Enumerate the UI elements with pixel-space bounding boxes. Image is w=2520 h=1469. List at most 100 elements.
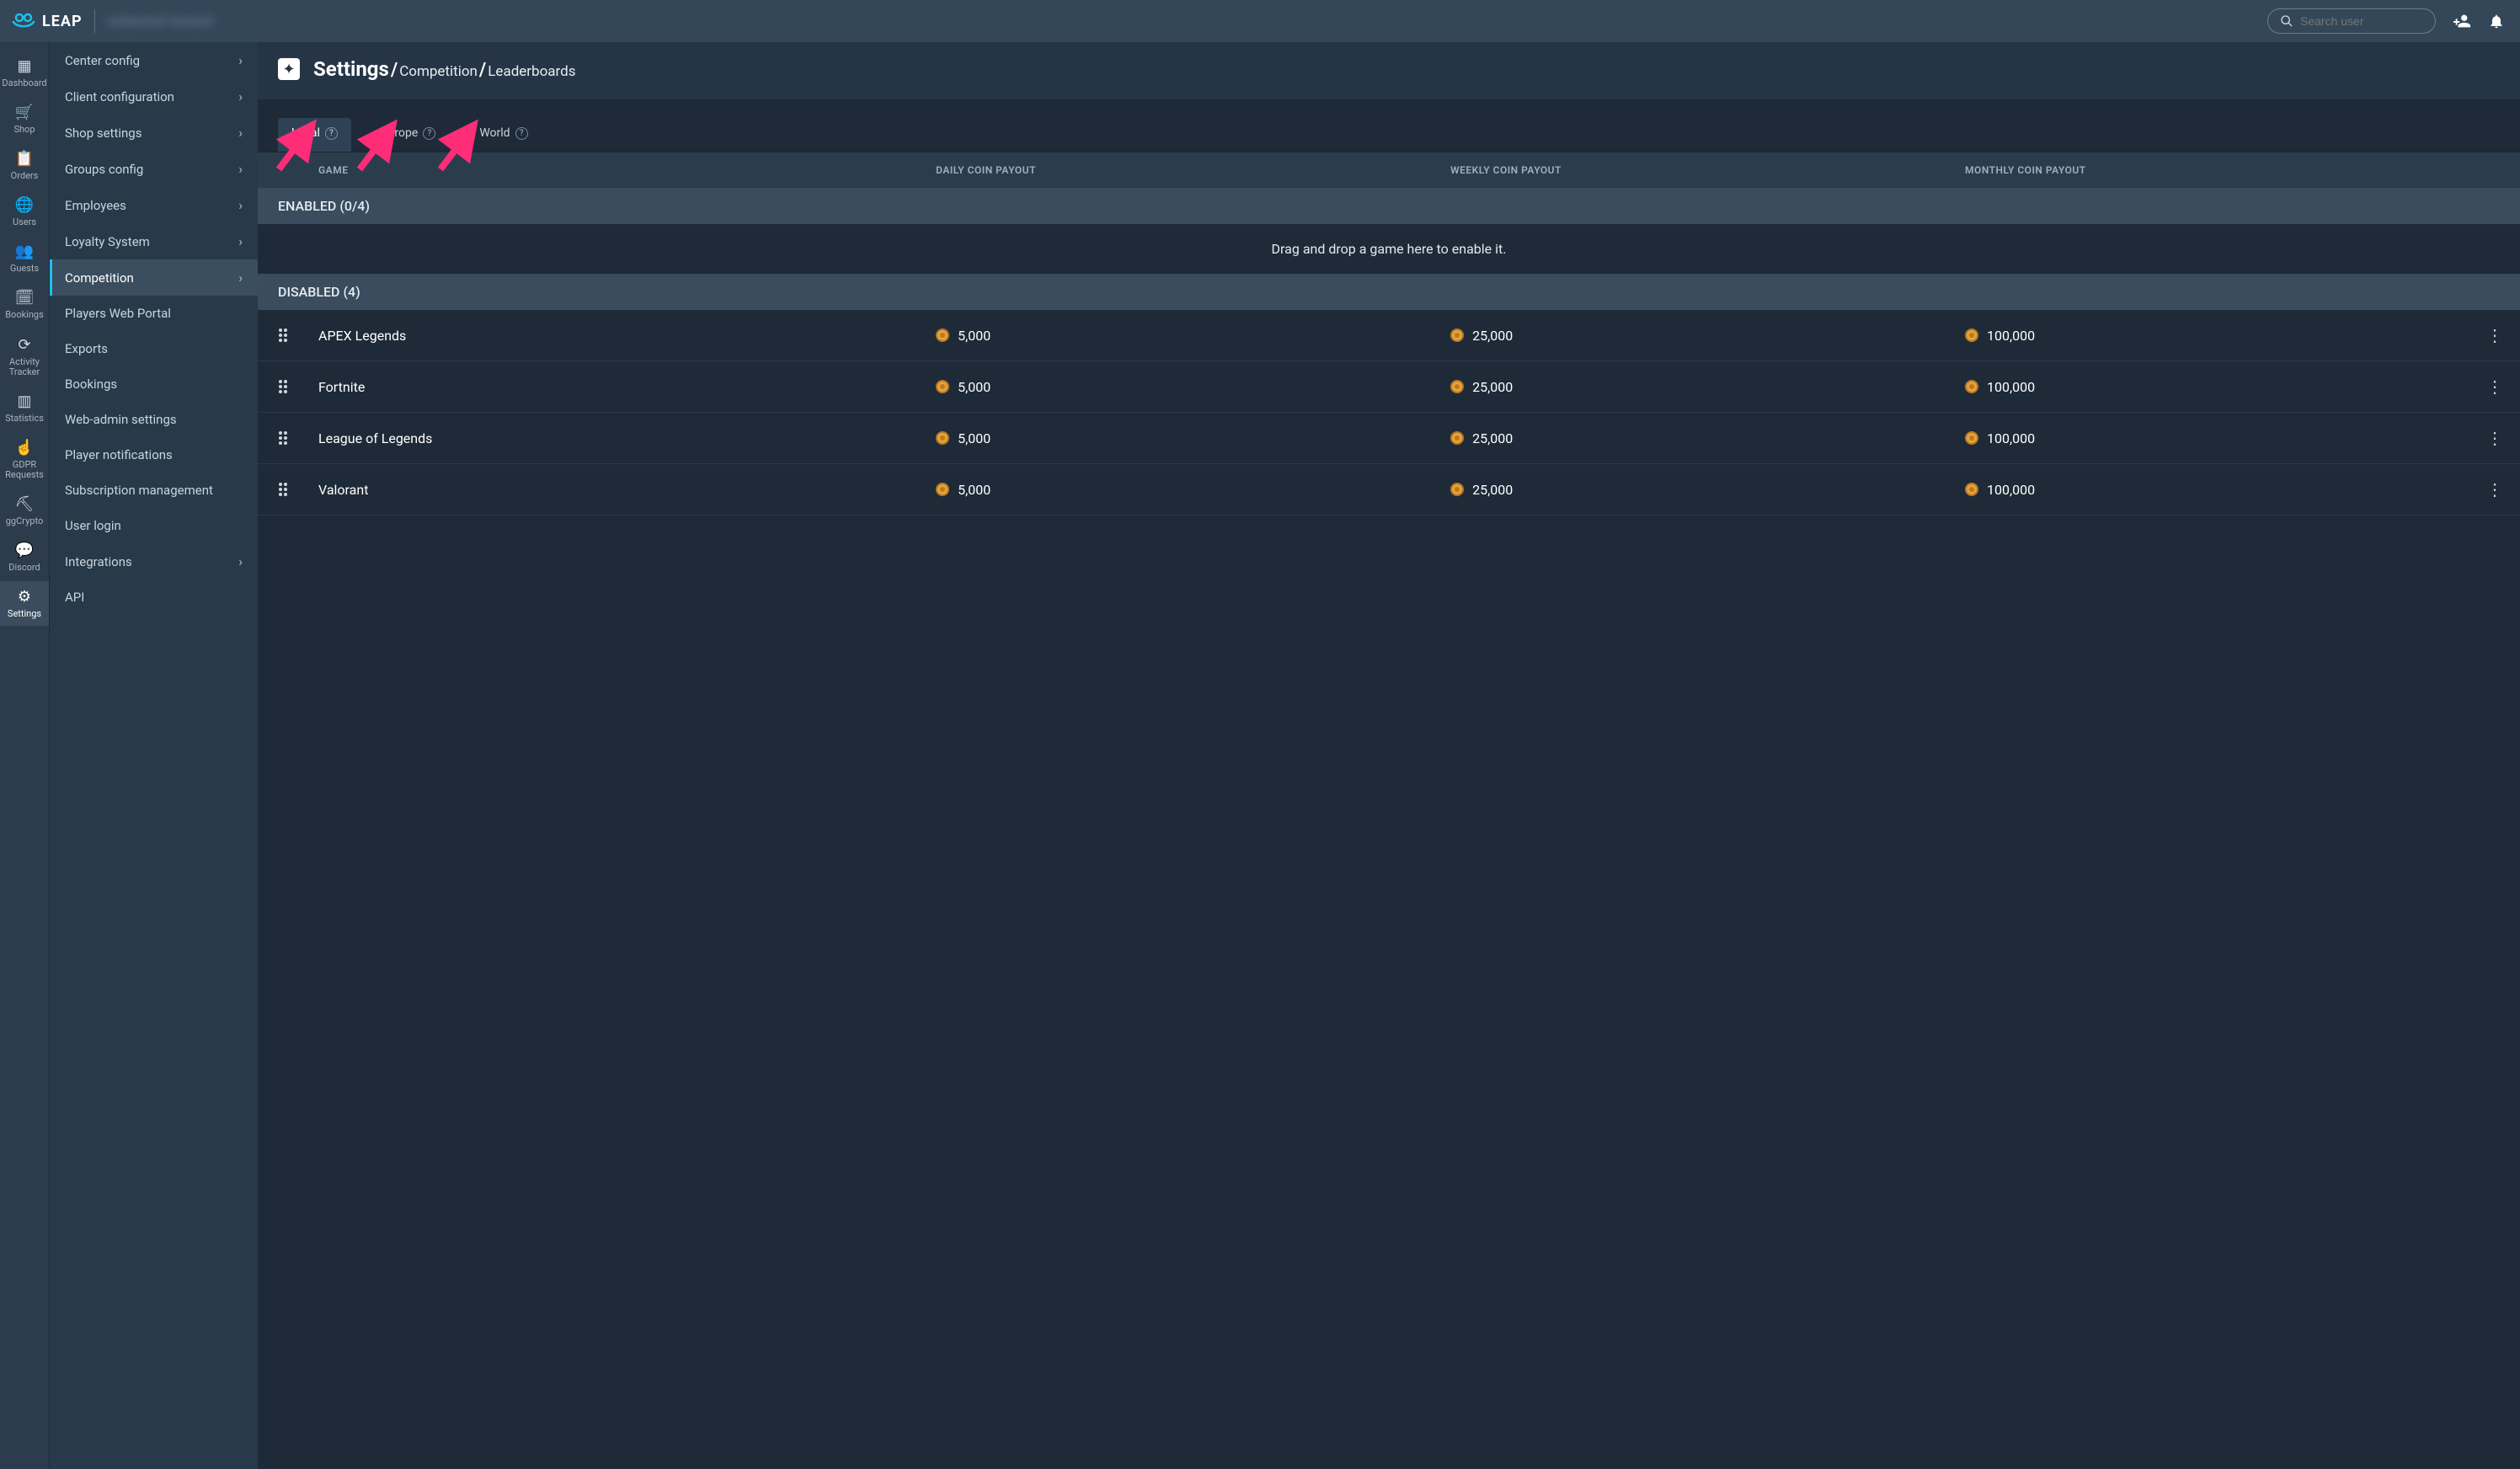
add-user-button[interactable] bbox=[2453, 12, 2471, 30]
rail-item-shop[interactable]: 🛒 Shop bbox=[0, 97, 49, 142]
chevron-right-icon: › bbox=[238, 125, 243, 141]
row-more-button[interactable]: ⋮ bbox=[2469, 428, 2520, 448]
sidebar-item-exports[interactable]: Exports bbox=[50, 331, 258, 366]
tab-world[interactable]: World ? bbox=[466, 118, 541, 152]
tab-label: Europe bbox=[382, 126, 418, 140]
rail-item-orders[interactable]: 📋 Orders bbox=[0, 143, 49, 188]
tab-europe[interactable]: Europe ? bbox=[368, 118, 449, 152]
sidebar-item-player-notifications[interactable]: Player notifications bbox=[50, 437, 258, 473]
coin-icon bbox=[936, 431, 949, 445]
drag-handle-icon[interactable] bbox=[258, 430, 308, 446]
cell-weekly: 25,000 bbox=[1440, 482, 1955, 498]
help-icon[interactable]: ? bbox=[423, 127, 435, 140]
sidebar-item-label: Web-admin settings bbox=[65, 412, 177, 427]
chevron-right-icon: › bbox=[238, 233, 243, 249]
sidebar-item-loyalty-system[interactable]: Loyalty System› bbox=[50, 223, 258, 259]
coin-icon bbox=[1965, 431, 1978, 445]
sidebar-item-web-admin-settings[interactable]: Web-admin settings bbox=[50, 402, 258, 437]
sidebar-item-bookings[interactable]: Bookings bbox=[50, 366, 258, 402]
sidebar-item-user-login[interactable]: User login bbox=[50, 508, 258, 543]
breadcrumb-competition: Competition bbox=[399, 63, 478, 80]
main-content: ✦ Settings / Competition / Leaderboards … bbox=[258, 42, 2520, 1469]
row-more-button[interactable]: ⋮ bbox=[2469, 479, 2520, 499]
scope-tabs: Local ? Europe ? World ? bbox=[258, 99, 2520, 152]
rail-label: ggCrypto bbox=[6, 516, 43, 526]
rail-item-discord[interactable]: 💬 Discord bbox=[0, 535, 49, 580]
page-header: ✦ Settings / Competition / Leaderboards bbox=[258, 42, 2520, 99]
rail-item-dashboard[interactable]: ▦ Dashboard bbox=[0, 51, 49, 95]
tab-local[interactable]: Local ? bbox=[278, 118, 351, 152]
coin-icon bbox=[1450, 380, 1464, 393]
help-icon[interactable]: ? bbox=[515, 127, 528, 140]
coin-icon bbox=[1965, 329, 1978, 342]
rail-label: Orders bbox=[11, 171, 39, 181]
rail-item-bookings[interactable]: 🗓 Bookings bbox=[0, 282, 49, 327]
row-more-button[interactable]: ⋮ bbox=[2469, 325, 2520, 345]
brand-divider bbox=[94, 9, 95, 33]
rail-item-settings[interactable]: ⚙ Settings bbox=[0, 581, 49, 626]
breadcrumb-leaderboards: Leaderboards bbox=[488, 63, 575, 80]
topbar: LEAP redacted tenant bbox=[0, 0, 2520, 42]
rail-label: GDPR Requests bbox=[2, 460, 47, 480]
breadcrumb-root: Settings bbox=[313, 57, 389, 81]
sidebar-item-api[interactable]: API bbox=[50, 580, 258, 615]
rail-item-ggcrypto[interactable]: ⛏ ggCrypto bbox=[0, 489, 49, 533]
notifications-button[interactable] bbox=[2488, 13, 2505, 29]
coin-icon bbox=[1965, 380, 1978, 393]
help-icon[interactable]: ? bbox=[325, 127, 338, 140]
search-input[interactable] bbox=[2300, 14, 2423, 28]
statistics-icon: ▥ bbox=[17, 393, 31, 410]
coin-icon bbox=[1450, 431, 1464, 445]
cell-monthly: 100,000 bbox=[1955, 379, 2469, 395]
sidebar-item-center-config[interactable]: Center config› bbox=[50, 42, 258, 78]
rail-item-activity[interactable]: ⟳ Activity Tracker bbox=[0, 329, 49, 384]
cell-game: Fortnite bbox=[308, 379, 926, 395]
drag-handle-icon[interactable] bbox=[258, 482, 308, 497]
table-row: Valorant 5,000 25,000 100,000 ⋮ bbox=[258, 464, 2520, 515]
sidebar-item-integrations[interactable]: Integrations› bbox=[50, 543, 258, 580]
col-weekly: WEEKLY COIN PAYOUT bbox=[1440, 164, 1955, 176]
sidebar-item-client-configuration[interactable]: Client configuration› bbox=[50, 78, 258, 115]
rail-label: Statistics bbox=[5, 414, 44, 424]
enabled-empty-hint[interactable]: Drag and drop a game here to enable it. bbox=[258, 224, 2520, 274]
group-enabled-header: ENABLED (0/4) bbox=[258, 188, 2520, 224]
settings-icon: ✦ bbox=[278, 58, 300, 80]
sidebar-item-label: API bbox=[65, 590, 84, 605]
chevron-right-icon: › bbox=[238, 270, 243, 286]
coin-icon bbox=[936, 483, 949, 496]
drag-handle-icon[interactable] bbox=[258, 328, 308, 343]
sidebar-item-label: Bookings bbox=[65, 377, 117, 392]
table-row: Fortnite 5,000 25,000 100,000 ⋮ bbox=[258, 361, 2520, 413]
table-row: APEX Legends 5,000 25,000 100,000 ⋮ bbox=[258, 310, 2520, 361]
rail-item-guests[interactable]: 👥 Guests bbox=[0, 236, 49, 280]
cell-daily: 5,000 bbox=[926, 482, 1440, 498]
cell-monthly: 100,000 bbox=[1955, 482, 2469, 498]
rail-label: Dashboard bbox=[2, 78, 46, 88]
search-user[interactable] bbox=[2267, 8, 2436, 34]
sidebar-item-label: Player notifications bbox=[65, 447, 173, 462]
leaderboard-table: GAME DAILY COIN PAYOUT WEEKLY COIN PAYOU… bbox=[258, 152, 2520, 515]
search-icon bbox=[2280, 14, 2293, 28]
col-monthly: MONTHLY COIN PAYOUT bbox=[1955, 164, 2469, 176]
sidebar-item-label: Employees bbox=[65, 198, 126, 213]
chevron-right-icon: › bbox=[238, 161, 243, 177]
rail-item-statistics[interactable]: ▥ Statistics bbox=[0, 386, 49, 430]
sidebar-item-players-web-portal[interactable]: Players Web Portal bbox=[50, 296, 258, 331]
sidebar-item-groups-config[interactable]: Groups config› bbox=[50, 151, 258, 187]
shop-icon: 🛒 bbox=[15, 104, 34, 121]
sidebar-item-shop-settings[interactable]: Shop settings› bbox=[50, 115, 258, 151]
sidebar-item-subscription-management[interactable]: Subscription management bbox=[50, 473, 258, 508]
cell-daily: 5,000 bbox=[926, 379, 1440, 395]
gdpr-icon: ☝ bbox=[15, 439, 34, 457]
sidebar-item-competition[interactable]: Competition› bbox=[50, 259, 258, 296]
rail-item-gdpr[interactable]: ☝ GDPR Requests bbox=[0, 432, 49, 487]
rail-item-users[interactable]: 🌐 Users bbox=[0, 190, 49, 234]
row-more-button[interactable]: ⋮ bbox=[2469, 377, 2520, 397]
sidebar-item-employees[interactable]: Employees› bbox=[50, 187, 258, 223]
cell-daily: 5,000 bbox=[926, 328, 1440, 344]
coin-icon bbox=[936, 380, 949, 393]
drag-handle-icon[interactable] bbox=[258, 379, 308, 394]
tab-label: World bbox=[479, 126, 510, 140]
ggcrypto-icon: ⛏ bbox=[15, 495, 35, 513]
sidebar-item-label: Players Web Portal bbox=[65, 306, 171, 321]
